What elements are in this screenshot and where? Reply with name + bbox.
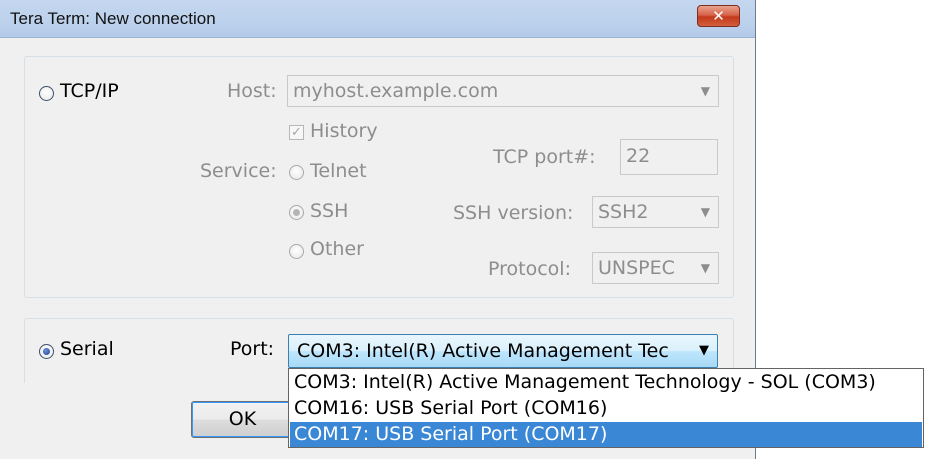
ssh-radio[interactable] [289, 205, 304, 220]
tcp-port-input[interactable]: 22 [620, 139, 718, 175]
tcpip-label: TCP/IP [60, 80, 119, 102]
host-combobox[interactable]: myhost.example.com ▼ [287, 75, 719, 107]
history-label: History [310, 120, 378, 142]
port-select[interactable]: COM3: Intel(R) Active Management Tec ▼ [288, 334, 718, 368]
close-button[interactable]: ✕ [697, 5, 740, 27]
port-value: COM3: Intel(R) Active Management Tec [297, 340, 669, 362]
chevron-down-icon: ▼ [700, 205, 710, 219]
title-bar: Tera Term: New connection ✕ [0, 0, 755, 38]
tcp-port-label: TCP port#: [493, 146, 596, 168]
port-option-com17[interactable]: COM17: USB Serial Port (COM17) [290, 422, 922, 447]
protocol-select[interactable]: UNSPEC ▼ [592, 252, 719, 284]
telnet-label: Telnet [310, 160, 367, 182]
host-label: Host: [227, 80, 277, 102]
window-title: Tera Term: New connection [10, 9, 216, 28]
chevron-down-icon: ▼ [699, 343, 709, 358]
chevron-down-icon: ▼ [700, 261, 710, 275]
protocol-value: UNSPEC [598, 257, 675, 279]
port-option-com3[interactable]: COM3: Intel(R) Active Management Technol… [290, 370, 922, 395]
close-icon: ✕ [712, 7, 725, 25]
protocol-label: Protocol: [488, 258, 571, 280]
ssh-version-value: SSH2 [598, 201, 649, 223]
port-label: Port: [230, 338, 275, 360]
service-label: Service: [200, 160, 277, 182]
history-checkbox[interactable]: ✓ [289, 125, 304, 140]
tcpip-radio[interactable] [39, 86, 54, 101]
ssh-version-select[interactable]: SSH2 ▼ [592, 196, 719, 228]
other-label: Other [310, 238, 364, 260]
telnet-radio[interactable] [289, 165, 304, 180]
serial-label: Serial [60, 338, 114, 360]
other-radio[interactable] [289, 244, 304, 259]
tcp-port-value: 22 [626, 145, 651, 167]
port-option-com16[interactable]: COM16: USB Serial Port (COM16) [290, 396, 922, 421]
check-icon: ✓ [291, 125, 302, 140]
chevron-down-icon: ▼ [700, 84, 710, 98]
ssh-version-label: SSH version: [453, 202, 574, 224]
serial-radio[interactable] [39, 344, 54, 359]
ok-button[interactable]: OK [191, 401, 294, 438]
port-dropdown-list: COM3: Intel(R) Active Management Technol… [288, 368, 924, 448]
ssh-label: SSH [310, 200, 349, 222]
host-value: myhost.example.com [293, 80, 499, 102]
